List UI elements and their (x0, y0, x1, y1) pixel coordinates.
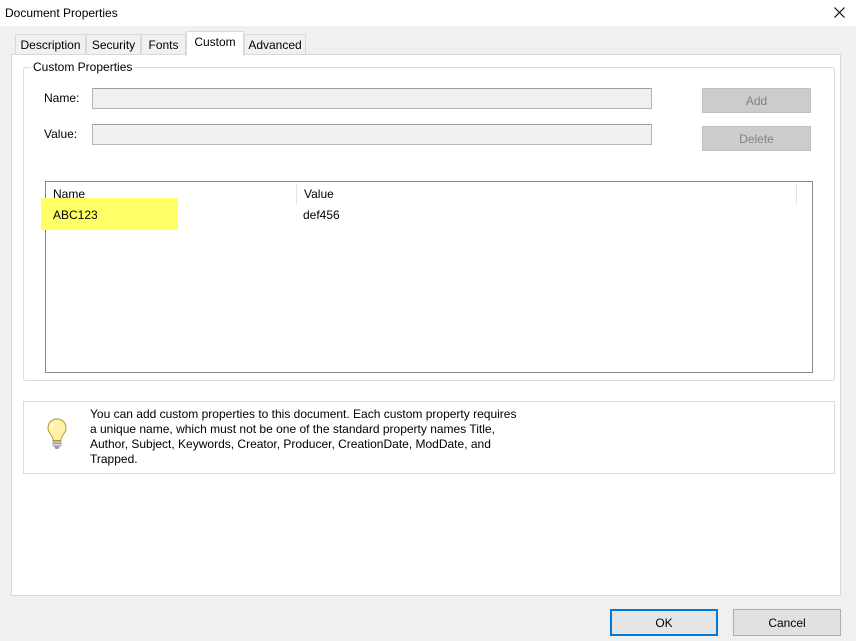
lightbulb-icon (47, 418, 67, 449)
info-text: You can add custom properties to this do… (90, 407, 530, 467)
row-value-cell: def456 (303, 208, 340, 222)
tab-custom[interactable]: Custom (186, 31, 244, 56)
tab-panel-custom: Custom Properties Name: Value: Add Delet… (11, 54, 841, 596)
value-label: Value: (44, 127, 78, 141)
tab-security[interactable]: Security (86, 34, 141, 54)
info-line: Author, Subject, Keywords, Creator, Prod… (90, 437, 491, 451)
delete-button[interactable]: Delete (702, 126, 811, 151)
name-input[interactable] (92, 88, 652, 109)
info-line: You can add custom properties to this do… (90, 407, 517, 421)
list-row[interactable]: ABC123 def456 (46, 206, 812, 226)
close-button[interactable] (822, 0, 856, 26)
name-label: Name: (44, 91, 80, 105)
info-box: You can add custom properties to this do… (23, 401, 835, 474)
column-divider[interactable] (796, 183, 797, 205)
info-line: a unique name, which must not be one of … (90, 422, 495, 436)
info-line: Trapped. (90, 452, 138, 466)
add-button[interactable]: Add (702, 88, 811, 113)
ok-button[interactable]: OK (610, 609, 718, 636)
custom-properties-group: Custom Properties Name: Value: Add Delet… (23, 60, 835, 381)
cancel-button[interactable]: Cancel (733, 609, 841, 636)
tab-description[interactable]: Description (15, 34, 86, 54)
column-header-value[interactable]: Value (297, 182, 796, 206)
close-icon (834, 7, 845, 18)
custom-properties-list[interactable]: Name Value ABC123 def456 (41, 181, 813, 373)
value-input[interactable] (92, 124, 652, 145)
row-name-cell: ABC123 (53, 208, 98, 222)
window-title: Document Properties (5, 6, 118, 20)
tab-advanced[interactable]: Advanced (244, 34, 306, 54)
group-label: Custom Properties (31, 60, 135, 74)
tab-fonts[interactable]: Fonts (141, 34, 186, 54)
title-bar: Document Properties (0, 0, 856, 26)
